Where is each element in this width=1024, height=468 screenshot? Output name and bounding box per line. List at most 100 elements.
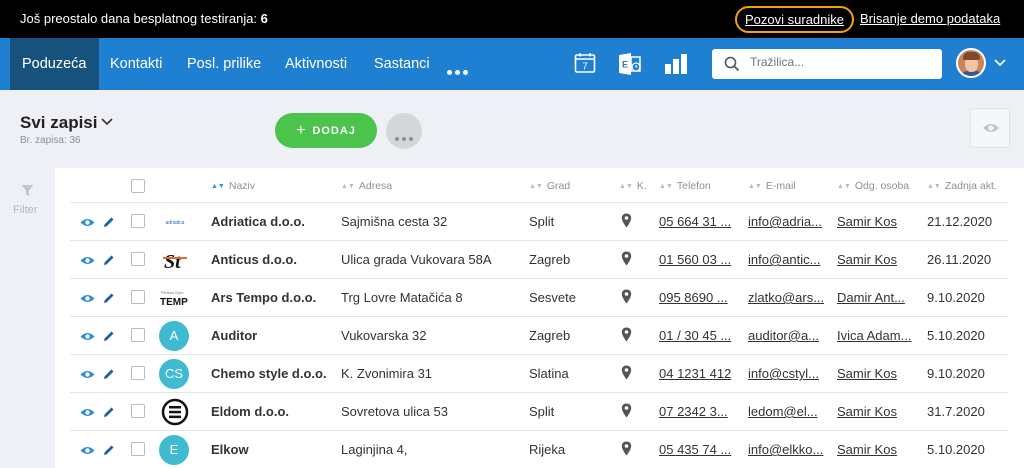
row-checkbox[interactable] bbox=[131, 290, 145, 304]
exchange-sync-icon[interactable]: E bbox=[617, 52, 641, 76]
tab-posl-prilike[interactable]: Posl. prilike bbox=[187, 38, 261, 90]
map-pin-icon[interactable] bbox=[621, 327, 632, 345]
company-phone-link[interactable]: 07 2342 3... bbox=[659, 404, 734, 419]
column-header-telefon[interactable]: ▲▼ Telefon bbox=[659, 180, 711, 192]
table-row[interactable]: adriatica Adriatica d.o.o. Sajmišna cesta … bbox=[70, 202, 1008, 240]
edit-pencil-icon[interactable] bbox=[103, 443, 115, 461]
tab-kontakti[interactable]: Kontakti bbox=[110, 38, 162, 90]
edit-pencil-icon[interactable] bbox=[103, 405, 115, 423]
responsible-person-link[interactable]: Samir Kos bbox=[837, 442, 917, 457]
company-phone-link[interactable]: 04 1231 412 bbox=[659, 366, 734, 381]
company-logo: St bbox=[159, 246, 191, 274]
table-row[interactable]: St Anticus d.o.o. Ulica grada Vukovara 58A… bbox=[70, 240, 1008, 278]
company-phone-link[interactable]: 095 8690 ... bbox=[659, 290, 734, 305]
responsible-person-link[interactable]: Samir Kos bbox=[837, 214, 917, 229]
edit-pencil-icon[interactable] bbox=[103, 329, 115, 347]
chevron-down-icon[interactable] bbox=[994, 59, 1006, 67]
calendar-icon[interactable]: 7 bbox=[574, 52, 598, 76]
table-row[interactable]: CS Chemo style d.o.o. K. Zvonimira 31 Slati… bbox=[70, 354, 1008, 392]
responsible-person-link[interactable]: Samir Kos bbox=[837, 366, 917, 381]
table-row[interactable]: E Elkow Laginjina 4, Rijeka 05 435 74 ... inf… bbox=[70, 430, 1008, 468]
company-phone-link[interactable]: 05 664 31 ... bbox=[659, 214, 734, 229]
view-eye-icon[interactable] bbox=[80, 253, 95, 271]
visibility-toggle-button[interactable] bbox=[970, 108, 1010, 148]
tab-poduzeca[interactable]: Poduzeća bbox=[10, 38, 99, 90]
row-checkbox[interactable] bbox=[131, 442, 145, 456]
view-eye-icon[interactable] bbox=[80, 329, 95, 347]
reports-chart-icon[interactable] bbox=[664, 52, 688, 76]
svg-text:adriatica: adriatica bbox=[166, 220, 185, 226]
company-name[interactable]: Chemo style d.o.o. bbox=[211, 366, 333, 381]
view-chevron-down-icon[interactable] bbox=[101, 118, 113, 126]
map-pin-icon[interactable] bbox=[621, 251, 632, 269]
company-name[interactable]: Eldom d.o.o. bbox=[211, 404, 333, 419]
company-name[interactable]: Auditor bbox=[211, 328, 333, 343]
company-phone-link[interactable]: 01 / 30 45 ... bbox=[659, 328, 734, 343]
column-header-adresa[interactable]: ▲▼ Adresa bbox=[341, 180, 392, 192]
column-header-zadnja-akt[interactable]: ▲▼ Zadnja akt. bbox=[927, 180, 997, 192]
company-address: Ulica grada Vukovara 58A bbox=[341, 252, 492, 267]
company-email-link[interactable]: info@adria... bbox=[748, 214, 826, 229]
view-title[interactable]: Svi zapisi bbox=[20, 113, 97, 133]
add-button[interactable]: + DODAJ bbox=[275, 113, 377, 148]
map-pin-icon[interactable] bbox=[621, 289, 632, 307]
map-pin-icon[interactable] bbox=[621, 403, 632, 421]
tab-sastanci[interactable]: Sastanci bbox=[374, 38, 430, 90]
responsible-person-link[interactable]: Damir Ant... bbox=[837, 290, 917, 305]
edit-pencil-icon[interactable] bbox=[103, 253, 115, 271]
table-row[interactable]: A Auditor Vukovarska 32 Zagreb 01 / 30 45 ..… bbox=[70, 316, 1008, 354]
select-all-checkbox[interactable] bbox=[131, 179, 145, 193]
row-checkbox[interactable] bbox=[131, 404, 145, 418]
filter-icon bbox=[21, 185, 34, 196]
company-name[interactable]: Adriatica d.o.o. bbox=[211, 214, 333, 229]
column-header-odg-osoba[interactable]: ▲▼ Odg. osoba bbox=[837, 180, 909, 192]
company-name[interactable]: Ars Tempo d.o.o. bbox=[211, 290, 333, 305]
tab-aktivnosti[interactable]: Aktivnosti bbox=[285, 38, 347, 90]
map-pin-icon[interactable] bbox=[621, 365, 632, 383]
column-header-email[interactable]: ▲▼ E-mail bbox=[748, 180, 796, 192]
company-email-link[interactable]: info@cstyl... bbox=[748, 366, 826, 381]
filter-panel[interactable]: Filter bbox=[0, 168, 55, 468]
view-eye-icon[interactable] bbox=[80, 215, 95, 233]
row-checkbox[interactable] bbox=[131, 366, 145, 380]
company-name[interactable]: Elkow bbox=[211, 442, 333, 457]
edit-pencil-icon[interactable] bbox=[103, 215, 115, 233]
column-header-k[interactable]: ▲▼ K. bbox=[619, 180, 647, 192]
row-checkbox[interactable] bbox=[131, 328, 145, 342]
edit-pencil-icon[interactable] bbox=[103, 367, 115, 385]
row-checkbox[interactable] bbox=[131, 252, 145, 266]
company-email-link[interactable]: info@antic... bbox=[748, 252, 826, 267]
responsible-person-link[interactable]: Samir Kos bbox=[837, 404, 917, 419]
user-avatar[interactable] bbox=[956, 48, 986, 78]
column-header-grad[interactable]: ▲▼ Grad bbox=[529, 180, 570, 192]
responsible-person-link[interactable]: Samir Kos bbox=[837, 252, 917, 267]
company-email-link[interactable]: zlatko@ars... bbox=[748, 290, 826, 305]
edit-pencil-icon[interactable] bbox=[103, 291, 115, 309]
search-input[interactable] bbox=[750, 55, 930, 69]
view-eye-icon[interactable] bbox=[80, 443, 95, 461]
last-activity-date: 26.11.2020 bbox=[927, 252, 992, 267]
more-tabs-icon[interactable] bbox=[447, 62, 471, 80]
search-box[interactable] bbox=[712, 49, 942, 79]
eye-icon bbox=[983, 124, 999, 132]
view-eye-icon[interactable] bbox=[80, 367, 95, 385]
view-eye-icon[interactable] bbox=[80, 405, 95, 423]
company-name[interactable]: Anticus d.o.o. bbox=[211, 252, 333, 267]
company-email-link[interactable]: info@elkko... bbox=[748, 442, 826, 457]
responsible-person-link[interactable]: Ivica Adam... bbox=[837, 328, 917, 343]
company-phone-link[interactable]: 01 560 03 ... bbox=[659, 252, 734, 267]
map-pin-icon[interactable] bbox=[621, 441, 632, 459]
table-row[interactable]: Fitness Gym TEMP Ars Tempo d.o.o. Trg Lovre… bbox=[70, 278, 1008, 316]
company-phone-link[interactable]: 05 435 74 ... bbox=[659, 442, 734, 457]
map-pin-icon[interactable] bbox=[621, 213, 632, 231]
more-actions-button[interactable] bbox=[386, 113, 422, 149]
company-email-link[interactable]: ledom@el... bbox=[748, 404, 826, 419]
row-checkbox[interactable] bbox=[131, 214, 145, 228]
delete-demo-data-link[interactable]: Brisanje demo podataka bbox=[860, 11, 1000, 26]
invite-colleagues-link[interactable]: Pozovi suradnike bbox=[735, 6, 854, 33]
view-eye-icon[interactable] bbox=[80, 291, 95, 309]
table-row[interactable]: Eldom d.o.o. Sovretova ulica 53 Split 07 23… bbox=[70, 392, 1008, 430]
column-header-naziv[interactable]: ▲▼ Naziv bbox=[211, 180, 255, 192]
company-email-link[interactable]: auditor@a... bbox=[748, 328, 826, 343]
trial-days-count: 6 bbox=[260, 11, 268, 26]
